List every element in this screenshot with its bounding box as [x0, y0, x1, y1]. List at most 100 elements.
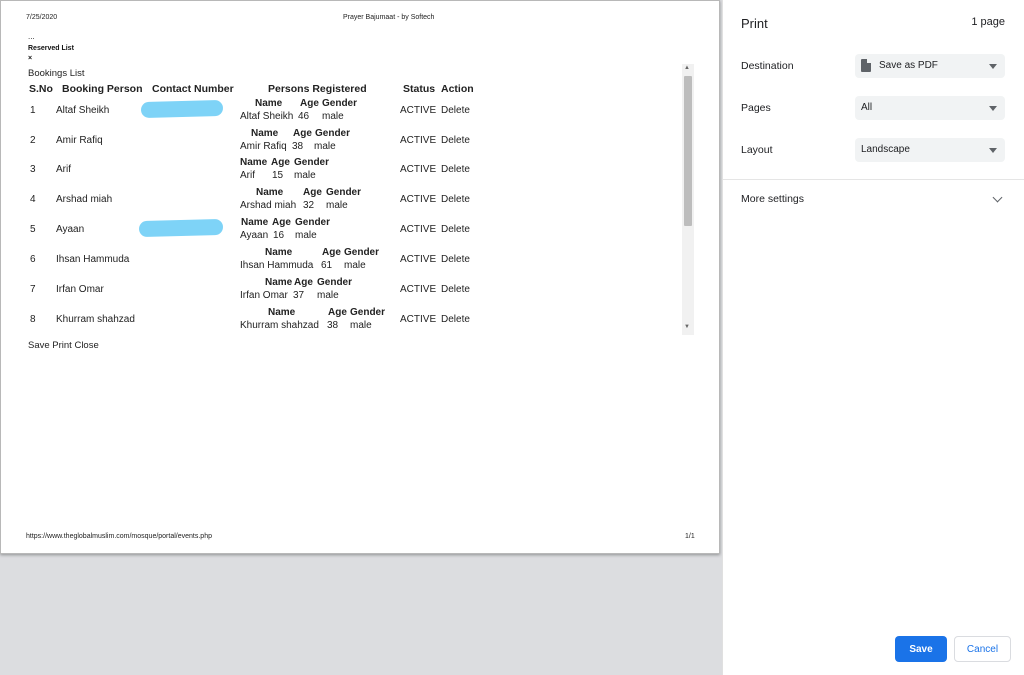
- registered-gender: male: [295, 230, 317, 241]
- status-text: ACTIVE: [400, 224, 437, 235]
- row-sno: 7: [30, 284, 36, 295]
- delete-link[interactable]: Delete: [441, 254, 470, 265]
- preview-page: 7/25/2020 Prayer Bajumaat - by Softech .…: [0, 0, 720, 554]
- sub-header-age: Age: [300, 98, 319, 109]
- destination-select[interactable]: Save as PDF: [855, 54, 1005, 78]
- registered-name: Ayaan: [240, 230, 269, 241]
- column-header-contact-number: Contact Number: [152, 83, 234, 95]
- registered-name: Khurram shahzad: [240, 320, 319, 331]
- scroll-up-arrow-icon[interactable]: ▲: [684, 65, 690, 71]
- column-header-persons-registered: Persons Registered: [268, 83, 367, 95]
- delete-link[interactable]: Delete: [441, 105, 470, 116]
- sub-header-name: Name: [240, 157, 268, 168]
- chevron-down-icon[interactable]: [992, 192, 1003, 203]
- delete-link[interactable]: Delete: [441, 314, 470, 325]
- row-sno: 6: [30, 254, 36, 265]
- registered-gender: male: [326, 200, 348, 211]
- delete-link[interactable]: Delete: [441, 135, 470, 146]
- sub-header-age: Age: [303, 187, 322, 198]
- panel-divider: [723, 179, 1024, 180]
- pages-value: All: [861, 102, 873, 113]
- row-sno: 2: [30, 135, 36, 146]
- print-preview-area: 7/25/2020 Prayer Bajumaat - by Softech .…: [0, 0, 722, 675]
- layout-select[interactable]: Landscape: [855, 138, 1005, 162]
- ellipsis-text: ...: [28, 32, 35, 41]
- save-print-close-text: Save Print Close: [28, 340, 99, 351]
- row-booking-person: Arif: [56, 164, 71, 175]
- registered-gender: male: [294, 170, 316, 181]
- status-text: ACTIVE: [400, 254, 437, 265]
- delete-link[interactable]: Delete: [441, 284, 470, 295]
- registered-gender: male: [314, 141, 336, 152]
- footer-url: https://www.theglobalmuslim.com/mosque/p…: [26, 533, 212, 540]
- header-date: 7/25/2020: [26, 14, 58, 21]
- preview-scrollbar[interactable]: ▲ ▼: [682, 64, 694, 335]
- status-text: ACTIVE: [400, 314, 437, 325]
- save-button[interactable]: Save: [895, 636, 947, 662]
- destination-value: Save as PDF: [879, 60, 938, 71]
- column-header-booking-person: Booking Person: [62, 83, 143, 95]
- pdf-file-icon: [861, 59, 871, 72]
- bookings-list-title: Bookings List: [28, 68, 85, 79]
- sub-header-name: Name: [265, 247, 293, 258]
- registered-name: Arif: [240, 170, 255, 181]
- more-settings-toggle[interactable]: More settings: [741, 193, 804, 205]
- sub-header-gender: Gender: [294, 157, 330, 168]
- status-text: ACTIVE: [400, 164, 437, 175]
- registered-gender: male: [317, 290, 339, 301]
- layout-label: Layout: [741, 144, 773, 156]
- column-header-sno: S.No: [29, 83, 53, 95]
- page-count: 1 page: [971, 16, 1005, 28]
- sub-header-gender: Gender: [295, 217, 331, 228]
- sub-header-name: Name: [251, 128, 279, 139]
- registered-age: 16: [273, 230, 285, 241]
- layout-value: Landscape: [861, 144, 910, 155]
- scroll-down-arrow-icon[interactable]: ▼: [684, 324, 690, 330]
- row-sno: 3: [30, 164, 36, 175]
- registered-name: Ihsan Hammuda: [240, 260, 314, 271]
- registered-age: 32: [303, 200, 315, 211]
- sub-header-gender: Gender: [322, 98, 358, 109]
- sub-header-gender: Gender: [344, 247, 380, 258]
- sub-header-name: Name: [268, 307, 296, 318]
- status-text: ACTIVE: [400, 105, 437, 116]
- status-text: ACTIVE: [400, 194, 437, 205]
- sub-header-gender: Gender: [317, 277, 353, 288]
- sub-header-age: Age: [272, 217, 291, 228]
- scrollbar-thumb[interactable]: [684, 76, 692, 226]
- sub-header-age: Age: [328, 307, 347, 318]
- row-sno: 8: [30, 314, 36, 325]
- dropdown-arrow-icon: [989, 148, 997, 153]
- sub-header-gender: Gender: [350, 307, 386, 318]
- delete-link[interactable]: Delete: [441, 224, 470, 235]
- close-x-icon: ×: [28, 55, 33, 62]
- delete-link[interactable]: Delete: [441, 164, 470, 175]
- registered-age: 38: [327, 320, 339, 331]
- sub-header-name: Name: [241, 217, 269, 228]
- registered-name: Arshad miah: [240, 200, 297, 211]
- pages-select[interactable]: All: [855, 96, 1005, 120]
- delete-link[interactable]: Delete: [441, 194, 470, 205]
- sub-header-age: Age: [322, 247, 341, 258]
- registered-age: 37: [293, 290, 305, 301]
- redaction-mark: [138, 218, 224, 238]
- dropdown-arrow-icon: [989, 64, 997, 69]
- status-text: ACTIVE: [400, 284, 437, 295]
- footer-page-number: 1/1: [685, 533, 695, 540]
- sub-header-age: Age: [293, 128, 312, 139]
- registered-name: Irfan Omar: [240, 290, 288, 301]
- registered-name: Amir Rafiq: [240, 141, 287, 152]
- redaction-mark: [140, 99, 224, 119]
- row-booking-person: Irfan Omar: [56, 284, 104, 295]
- row-booking-person: Altaf Sheikh: [56, 105, 110, 116]
- status-text: ACTIVE: [400, 135, 437, 146]
- cancel-button[interactable]: Cancel: [954, 636, 1011, 662]
- sub-header-age: Age: [294, 277, 313, 288]
- registered-age: 61: [321, 260, 333, 271]
- registered-gender: male: [322, 111, 344, 122]
- print-title: Print: [741, 16, 768, 31]
- sub-header-name: Name: [255, 98, 283, 109]
- print-settings-panel: Print 1 page Destination Save as PDF Pag…: [722, 0, 1024, 675]
- registered-gender: male: [350, 320, 372, 331]
- sub-header-name: Name: [265, 277, 293, 288]
